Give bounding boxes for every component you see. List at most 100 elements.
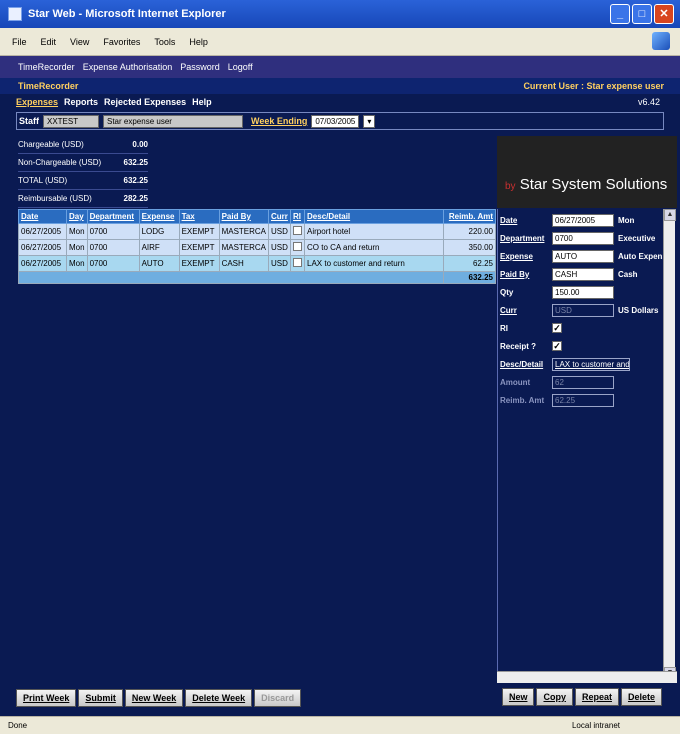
detail-amount-row: Amount 62 (500, 374, 614, 390)
cell-date: 06/27/2005 (18, 255, 67, 272)
nav-password[interactable]: Password (180, 62, 220, 72)
tab-help[interactable]: Help (192, 97, 212, 107)
department-input[interactable]: 0700 (552, 231, 614, 245)
tab-reports[interactable]: Reports (64, 97, 98, 107)
date-label[interactable]: Date (500, 216, 552, 225)
windows-logo-icon (652, 32, 670, 50)
delete-button[interactable]: Delete (620, 688, 662, 706)
summary-value: 632.25 (123, 158, 148, 167)
paid-by-desc: Cash (618, 269, 638, 279)
menu-bar: File Edit View Favorites Tools Help (0, 28, 680, 56)
receipt-checkbox[interactable]: ✓ (552, 341, 562, 351)
app-nav-bar: TimeRecorder Expense Authorisation Passw… (0, 56, 680, 78)
qty-label: Qty (500, 287, 514, 297)
cell-department: 0700 (86, 239, 140, 256)
submit-button[interactable]: Submit (78, 689, 123, 707)
detail-paidby-row: Paid By CASH Cash (500, 266, 638, 282)
staff-name-field: Star expense user (103, 114, 243, 128)
minimize-icon[interactable]: _ (610, 4, 630, 24)
paid-by-label[interactable]: Paid By (500, 270, 552, 279)
print-week-button[interactable]: Print Week (16, 689, 77, 707)
delete-week-button[interactable]: Delete Week (185, 689, 253, 707)
detail-scrollbar[interactable]: ▲ ▼ (663, 209, 676, 679)
chevron-down-icon[interactable]: ▾ (363, 114, 376, 128)
ri-label: RI (500, 323, 508, 333)
summary-label: Reimbursable (USD) (18, 194, 92, 203)
desc-detail-input[interactable]: LAX to customer and return (552, 357, 630, 371)
table-row-selected[interactable]: 06/27/2005 Mon 0700 AUTO EXEMPT CASH USD… (18, 255, 496, 272)
status-text: Done (8, 721, 28, 730)
logo-text: Star System Solutions (519, 176, 668, 193)
col-day[interactable]: Day (66, 209, 88, 224)
week-ending-select[interactable]: 07/03/2005 (311, 114, 360, 128)
menu-favorites[interactable]: Favorites (103, 37, 140, 47)
cell-reimb-amt: 220.00 (443, 223, 496, 240)
nav-expense-authorisation[interactable]: Expense Authorisation (83, 62, 173, 72)
tab-rejected-expenses[interactable]: Rejected Expenses (104, 97, 186, 107)
cell-curr: USD (268, 223, 292, 240)
table-row[interactable]: 06/27/2005 Mon 0700 LODG EXEMPT MASTERCA… (18, 223, 496, 240)
maximize-icon[interactable]: □ (632, 4, 652, 24)
cell-expense: AIRF (138, 239, 180, 256)
col-expense[interactable]: Expense (138, 209, 180, 224)
menu-tools[interactable]: Tools (154, 37, 175, 47)
menu-edit[interactable]: Edit (41, 37, 57, 47)
summary-value: 0.00 (132, 140, 148, 149)
ie-icon (8, 7, 22, 21)
curr-label[interactable]: Curr (500, 306, 552, 315)
summary-row: TOTAL (USD) 632.25 (18, 172, 148, 190)
nav-logoff[interactable]: Logoff (228, 62, 253, 72)
company-logo: by Star System Solutions (497, 136, 677, 208)
repeat-button[interactable]: Repeat (574, 688, 619, 706)
window-title: Star Web - Microsoft Internet Explorer (28, 8, 226, 20)
detail-horizontal-scrollbar[interactable] (497, 671, 677, 683)
expense-input[interactable]: AUTO (552, 249, 614, 263)
table-row[interactable]: 06/27/2005 Mon 0700 AIRF EXEMPT MASTERCA… (18, 239, 496, 256)
ri-checkbox[interactable] (293, 258, 303, 267)
close-icon[interactable]: ✕ (654, 4, 674, 24)
cell-department: 0700 (86, 223, 140, 240)
col-department[interactable]: Department (86, 209, 140, 224)
summary-row: Chargeable (USD) 0.00 (18, 136, 148, 154)
col-desc-detail[interactable]: Desc/Detail (304, 209, 444, 224)
expense-label[interactable]: Expense (500, 252, 552, 261)
ri-checkbox[interactable] (293, 242, 303, 251)
detail-ri-row: RI ✓ (500, 320, 562, 336)
detail-dept-row: Department 0700 Executive (500, 230, 655, 246)
cell-reimb-amt: 350.00 (443, 239, 496, 256)
menu-view[interactable]: View (70, 37, 89, 47)
desc-detail-label[interactable]: Desc/Detail (500, 360, 552, 369)
app-header: TimeRecorder Current User : Star expense… (0, 78, 680, 94)
nav-timerecorder[interactable]: TimeRecorder (18, 62, 75, 72)
scroll-up-icon[interactable]: ▲ (664, 209, 676, 221)
amount-input: 62 (552, 375, 614, 389)
staff-code-field[interactable]: XXTEST (43, 114, 99, 128)
col-date[interactable]: Date (18, 209, 67, 224)
cell-day: Mon (66, 223, 88, 240)
tab-row: Expenses Reports Rejected Expenses Help … (16, 94, 664, 110)
logo-by: by (505, 181, 516, 192)
paid-by-input[interactable]: CASH (552, 267, 614, 281)
col-paid-by[interactable]: Paid By (218, 209, 270, 224)
department-label[interactable]: Department (500, 234, 552, 243)
cell-ri (290, 255, 306, 272)
cell-ri (290, 239, 306, 256)
new-week-button[interactable]: New Week (124, 689, 184, 707)
detail-reimb-row: Reimb. Amt 62.25 (500, 392, 614, 408)
col-ri[interactable]: RI (290, 209, 306, 224)
cell-desc: LAX to customer and return (304, 255, 444, 272)
col-curr[interactable]: Curr (268, 209, 292, 224)
col-reimb-amt[interactable]: Reimb. Amt (443, 209, 496, 224)
ri-detail-checkbox[interactable]: ✓ (552, 323, 562, 333)
date-input[interactable]: 06/27/2005 (552, 213, 614, 227)
copy-button[interactable]: Copy (536, 688, 573, 706)
col-tax[interactable]: Tax (178, 209, 220, 224)
qty-input[interactable]: 150.00 (552, 285, 614, 299)
cell-paid-by: CASH (218, 255, 270, 272)
menu-file[interactable]: File (12, 37, 27, 47)
tab-expenses[interactable]: Expenses (16, 97, 58, 107)
curr-desc: US Dollars (618, 305, 659, 315)
ri-checkbox[interactable] (293, 226, 303, 235)
menu-help[interactable]: Help (189, 37, 208, 47)
new-button[interactable]: New (501, 688, 535, 706)
